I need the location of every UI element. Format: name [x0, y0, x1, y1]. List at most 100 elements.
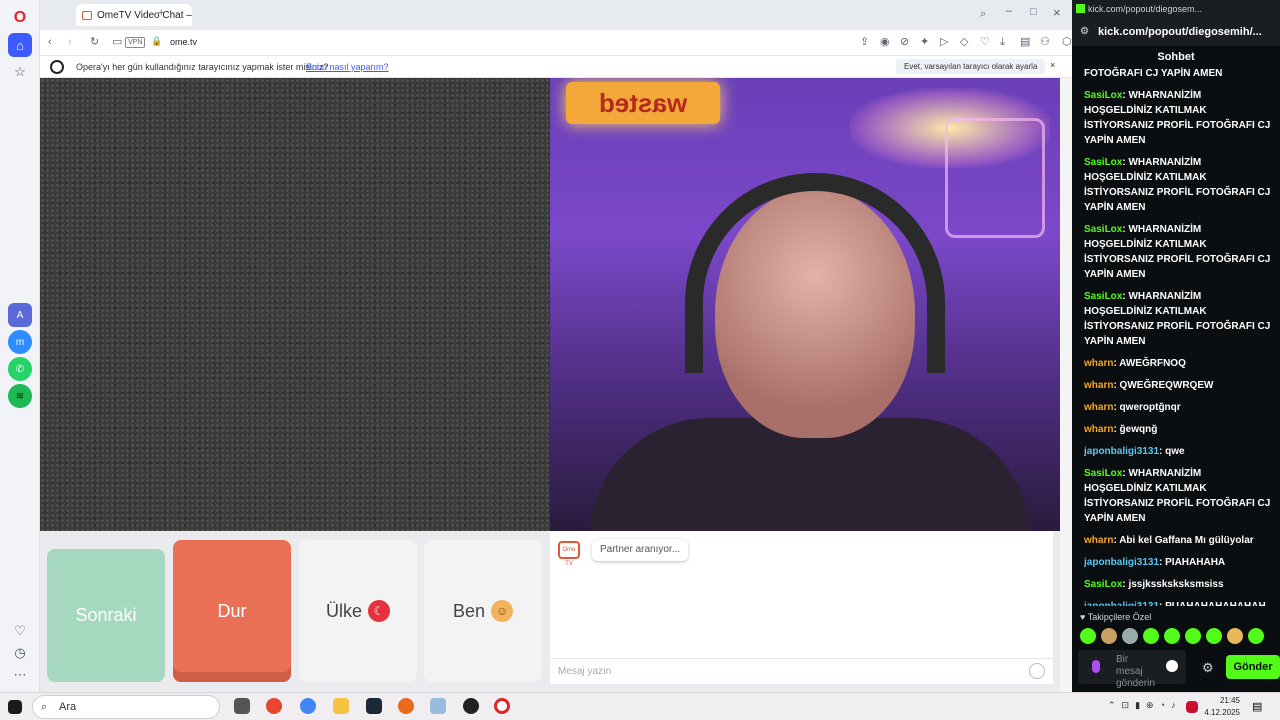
- emote-icon[interactable]: [1206, 628, 1222, 644]
- clock[interactable]: 21:45 4.12.2025: [1200, 695, 1240, 719]
- camera-icon[interactable]: ◉: [880, 37, 890, 48]
- more-icon[interactable]: ⋯: [8, 663, 32, 687]
- message-input[interactable]: Mesaj yazın: [550, 658, 1053, 684]
- neon-sign-text: wasted: [598, 88, 688, 118]
- adblock-icon[interactable]: ⊘: [900, 37, 909, 48]
- sidebar-toggle-icon[interactable]: ▭: [112, 37, 122, 48]
- chat-username[interactable]: SasiLox: [1084, 468, 1122, 479]
- extension-icon[interactable]: ✦: [920, 37, 929, 48]
- next-button[interactable]: Sonraki: [47, 549, 165, 682]
- emote-icon[interactable]: [1248, 628, 1264, 644]
- emote-icon[interactable]: [1101, 628, 1117, 644]
- close-window-button[interactable]: ×: [1053, 6, 1061, 19]
- page-scrollbar[interactable]: [1060, 78, 1072, 692]
- file-explorer-icon[interactable]: [333, 698, 349, 714]
- me-button[interactable]: Ben ☺: [424, 540, 542, 682]
- steam-icon[interactable]: [366, 698, 382, 714]
- chat-message: SasiLox: jssjkssksksksmsiss: [1084, 577, 1272, 592]
- chat-username[interactable]: wharn: [1084, 380, 1113, 391]
- lock-icon[interactable]: 🔒: [151, 37, 162, 46]
- chat-username[interactable]: wharn: [1084, 535, 1113, 546]
- taskbar-search[interactable]: ⌕ Ara: [32, 695, 220, 719]
- download-icon[interactable]: ⤓: [1000, 37, 1005, 48]
- wallet-icon[interactable]: ▤: [1020, 37, 1030, 48]
- chat-username[interactable]: SasiLox: [1084, 157, 1122, 168]
- new-tab-button[interactable]: +: [158, 8, 164, 19]
- vpn-badge[interactable]: VPN: [125, 37, 146, 48]
- messenger-icon[interactable]: m: [8, 330, 32, 354]
- stop-button[interactable]: Dur: [173, 540, 291, 682]
- maximize-button[interactable]: □: [1030, 7, 1037, 18]
- opera-taskbar-icon[interactable]: [494, 698, 510, 714]
- emote-icon[interactable]: [1080, 628, 1096, 644]
- chat-username[interactable]: SasiLox: [1084, 579, 1122, 590]
- country-label: Ülke: [325, 600, 362, 621]
- chat-settings-icon[interactable]: ⚙: [1202, 660, 1214, 676]
- reload-icon[interactable]: ↻: [90, 37, 99, 48]
- task-view-icon[interactable]: [234, 698, 250, 714]
- site-settings-icon[interactable]: ⚙: [1080, 18, 1089, 46]
- kick-message-input[interactable]: Bir mesaj gönderin: [1078, 650, 1186, 689]
- tab-title: OmeTV Video Chat –: [97, 9, 192, 21]
- infobar-close-button[interactable]: ×: [1050, 60, 1055, 70]
- search-tabs-icon[interactable]: ⌕: [980, 9, 986, 20]
- url-field[interactable]: ome.tv: [170, 38, 197, 47]
- chat-username[interactable]: SasiLox: [1084, 90, 1122, 101]
- infobar-link[interactable]: Bunu nasıl yaparım?: [306, 62, 389, 72]
- heart-icon[interactable]: ♡: [8, 619, 32, 643]
- emote-icon[interactable]: [1122, 628, 1138, 644]
- profile-icon[interactable]: ⚇: [1040, 37, 1050, 48]
- chrome-profile-icon[interactable]: [300, 698, 316, 714]
- app-icon[interactable]: [463, 698, 479, 714]
- chat-text: : QWEĞREQWRQEW: [1113, 380, 1214, 391]
- chat-username[interactable]: wharn: [1084, 402, 1113, 413]
- emoji-picker-icon[interactable]: [1166, 660, 1178, 672]
- star-icon[interactable]: ☆: [8, 60, 32, 84]
- cube-icon[interactable]: ⬡: [1062, 37, 1072, 48]
- emote-icon[interactable]: [1185, 628, 1201, 644]
- history-icon[interactable]: ◷: [8, 641, 32, 665]
- obs-icon[interactable]: [398, 698, 414, 714]
- notification-icon[interactable]: ▤: [1252, 700, 1262, 713]
- windows-start-icon[interactable]: [8, 700, 22, 714]
- chat-username[interactable]: japonbaligi3131: [1084, 446, 1159, 457]
- opera-logo-icon[interactable]: O: [8, 6, 32, 30]
- player-icon[interactable]: ▷: [940, 37, 948, 48]
- tab-ometv[interactable]: OmeTV Video Chat –: [76, 4, 192, 26]
- kick-url[interactable]: kick.com/popout/diegosemih/...: [1098, 26, 1262, 38]
- chat-text: : qwe: [1159, 446, 1185, 457]
- minimize-button[interactable]: –: [1006, 6, 1012, 17]
- chat-username[interactable]: wharn: [1084, 424, 1113, 435]
- share-icon[interactable]: ⇪: [860, 37, 869, 48]
- chat-username[interactable]: SasiLox: [1084, 224, 1122, 235]
- microphone-icon[interactable]: [1092, 660, 1100, 673]
- chat-message: wharn: Abi kel Gaffana Mı gülüyolar: [1084, 533, 1272, 548]
- emote-icon[interactable]: [1227, 628, 1243, 644]
- back-icon[interactable]: ‹: [48, 37, 52, 48]
- system-tray-icons[interactable]: ⌃⊡▮⊕◔♪: [1108, 700, 1182, 711]
- chat-username[interactable]: SasiLox: [1084, 291, 1122, 302]
- app-icon[interactable]: [430, 698, 446, 714]
- emote-icon[interactable]: [1143, 628, 1159, 644]
- home-icon[interactable]: ⌂: [8, 33, 32, 57]
- send-button[interactable]: Gönder: [1226, 655, 1280, 679]
- country-button[interactable]: Ülke ☾: [299, 540, 417, 682]
- chat-username[interactable]: japonbaligi3131: [1084, 601, 1159, 606]
- emote-icon[interactable]: [1164, 628, 1180, 644]
- tray-app-icon[interactable]: [1186, 701, 1198, 713]
- forward-icon[interactable]: ›: [68, 37, 72, 48]
- chrome-icon[interactable]: [266, 698, 282, 714]
- chat-username[interactable]: wharn: [1084, 358, 1113, 369]
- chat-message: japonbaligi3131: qwe: [1084, 444, 1272, 459]
- set-default-button[interactable]: Evet, varsayılan tarayıcı olarak ayarla: [896, 59, 1046, 74]
- emoji-icon[interactable]: [1029, 663, 1045, 679]
- bookmark-heart-icon[interactable]: ♡: [980, 37, 990, 48]
- turkey-flag-icon: ☾: [368, 600, 390, 622]
- chat-message: SasiLox: WHARNANİZİM HOŞGELDİNİZ KATILMA…: [1084, 88, 1272, 148]
- aria-icon[interactable]: A: [8, 303, 32, 327]
- chat-username[interactable]: japonbaligi3131: [1084, 557, 1159, 568]
- whatsapp-icon[interactable]: ✆: [8, 357, 32, 381]
- kick-window-title: kick.com/popout/diegosem...: [1072, 0, 1280, 18]
- spotify-icon[interactable]: ≋: [8, 384, 32, 408]
- flow-icon[interactable]: ◇: [960, 37, 968, 48]
